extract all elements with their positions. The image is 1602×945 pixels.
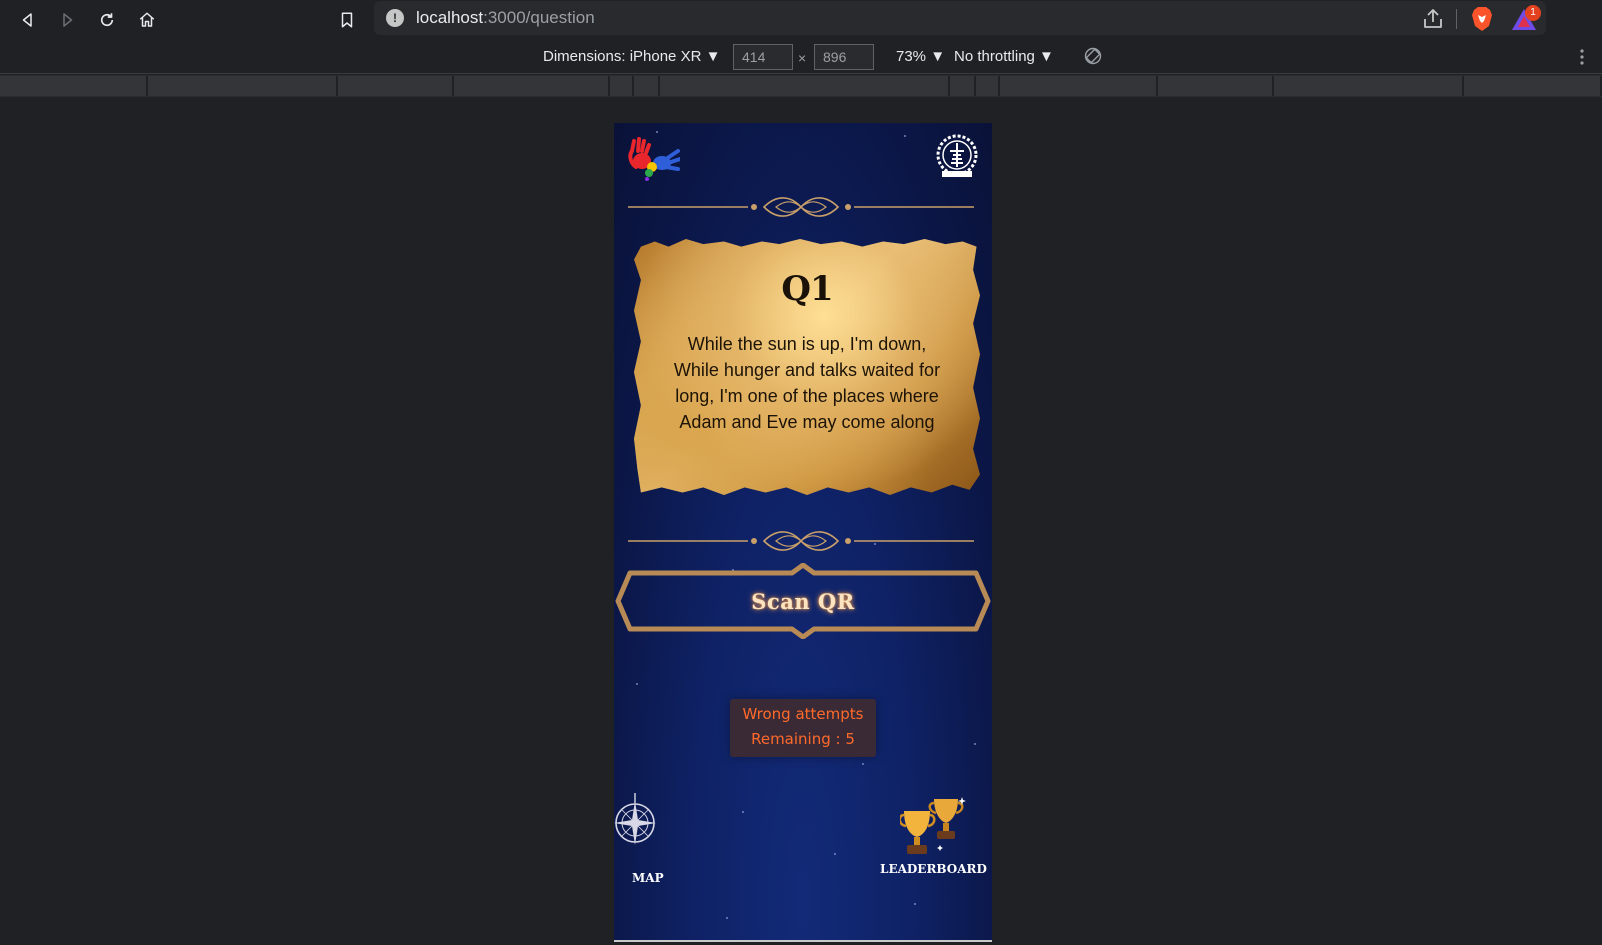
home-icon bbox=[139, 12, 155, 27]
question-title: Q1 bbox=[781, 269, 833, 309]
seal-logo bbox=[936, 134, 978, 177]
scan-qr-button[interactable]: Scan QR bbox=[626, 569, 980, 633]
star bbox=[904, 135, 906, 137]
star bbox=[636, 683, 638, 685]
address-bar[interactable]: ! localhost:3000/question 1 bbox=[374, 1, 1546, 35]
forward-icon bbox=[63, 13, 73, 27]
star bbox=[656, 131, 658, 133]
star bbox=[862, 763, 864, 765]
dimension-separator: × bbox=[798, 50, 807, 66]
media-query-segment[interactable] bbox=[1000, 76, 1158, 96]
reload-icon bbox=[100, 13, 114, 27]
map-label: MAP bbox=[632, 871, 664, 885]
viewport-bottom-edge bbox=[614, 940, 992, 942]
media-query-segment[interactable] bbox=[454, 76, 610, 96]
home-button[interactable] bbox=[133, 6, 161, 34]
kebab-icon[interactable] bbox=[1576, 48, 1588, 66]
media-query-segment[interactable] bbox=[1158, 76, 1274, 96]
back-icon bbox=[22, 13, 32, 27]
media-query-segment[interactable] bbox=[660, 76, 950, 96]
ornament-divider bbox=[628, 197, 974, 217]
rewards-badge: 1 bbox=[1525, 5, 1541, 21]
question-text: While the sun is up, I'm down, While hun… bbox=[673, 334, 941, 432]
ornament-divider bbox=[628, 531, 974, 551]
wrong-attempts-box: Wrong attempts Remaining : 5 bbox=[730, 699, 876, 757]
question-card: Q1 While the sun is up, I'm down, While … bbox=[634, 239, 980, 495]
media-query-segment[interactable] bbox=[950, 76, 976, 96]
map-button[interactable]: MAP bbox=[614, 791, 684, 891]
media-query-segment[interactable] bbox=[634, 76, 660, 96]
star bbox=[834, 853, 836, 855]
leaderboard-button[interactable]: LEADERBOARD bbox=[880, 791, 992, 891]
separator bbox=[1456, 9, 1457, 29]
share-icon[interactable] bbox=[1421, 7, 1445, 31]
brave-lion-icon[interactable] bbox=[1470, 6, 1494, 32]
media-query-segment[interactable] bbox=[338, 76, 454, 96]
attempts-remaining: Remaining : 5 bbox=[751, 730, 855, 748]
media-query-segment[interactable] bbox=[0, 76, 148, 96]
star bbox=[974, 743, 976, 745]
leaderboard-label: LEADERBOARD bbox=[880, 862, 987, 876]
attempts-label: Wrong attempts bbox=[742, 705, 864, 723]
media-query-bar bbox=[0, 75, 1602, 97]
star bbox=[726, 917, 728, 919]
info-icon[interactable]: ! bbox=[386, 9, 404, 27]
star bbox=[914, 903, 916, 905]
media-query-segment[interactable] bbox=[1274, 76, 1464, 96]
reload-button[interactable] bbox=[93, 6, 121, 34]
browser-toolbar: ! localhost:3000/question 1 bbox=[0, 0, 1602, 40]
url-host: localhost bbox=[416, 8, 484, 27]
zoom-dropdown[interactable]: 73% ▼ bbox=[896, 48, 945, 65]
back-button[interactable] bbox=[14, 6, 42, 34]
bookmark-icon bbox=[341, 12, 353, 28]
media-query-segment[interactable] bbox=[148, 76, 338, 96]
width-input[interactable]: 414 bbox=[733, 44, 793, 70]
media-query-segment[interactable] bbox=[1464, 76, 1602, 96]
url-text[interactable]: localhost:3000/question bbox=[416, 8, 595, 28]
url-path: :3000/question bbox=[483, 8, 595, 27]
rotate-icon[interactable] bbox=[1084, 47, 1102, 65]
dimensions-dropdown[interactable]: Dimensions: iPhone XR ▼ bbox=[543, 48, 720, 65]
bookmark-button[interactable] bbox=[333, 6, 361, 34]
media-query-segment[interactable] bbox=[976, 76, 1000, 96]
hands-logo bbox=[628, 137, 680, 181]
throttling-dropdown[interactable]: No throttling ▼ bbox=[954, 48, 1054, 65]
forward-button[interactable] bbox=[53, 6, 81, 34]
device-toolbar: Dimensions: iPhone XR ▼ 414 × 896 73% ▼ … bbox=[0, 40, 1602, 74]
compass-icon bbox=[614, 793, 656, 845]
height-input[interactable]: 896 bbox=[814, 44, 874, 70]
media-query-segment[interactable] bbox=[610, 76, 634, 96]
mobile-viewport: Q1 While the sun is up, I'm down, While … bbox=[614, 123, 992, 941]
star bbox=[742, 811, 744, 813]
trophy-icon bbox=[900, 797, 966, 854]
